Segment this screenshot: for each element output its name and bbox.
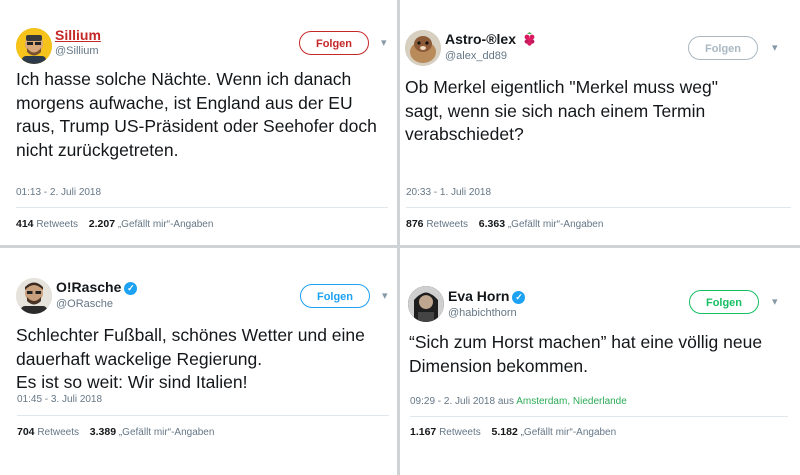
tweet-stats: 414 Retweets 2.207 „Gefällt mir“-Angaben	[16, 218, 213, 230]
tweet-text-line: Es ist so weit: Wir sind Italien!	[16, 372, 248, 392]
author-name[interactable]: Sillium	[55, 27, 101, 43]
tweet-text-line: morgens aufwache, ist England aus der EU	[16, 92, 353, 113]
tweet-text-line: sagt, wenn sie sich nach einem Termin	[405, 100, 706, 121]
tweet-text: Ob Merkel eigentlich "Merkel muss weg" s…	[405, 76, 795, 147]
avatar[interactable]	[16, 28, 52, 64]
tweet-timestamp-text[interactable]: 09:29 - 2. Juli 2018 aus	[410, 396, 514, 407]
avatar[interactable]	[16, 278, 52, 314]
retweet-label[interactable]: Retweets	[426, 219, 468, 230]
tweet-stats: 1.167 Retweets 5.182 „Gefällt mir“-Angab…	[410, 426, 616, 438]
retweet-count[interactable]: 1.167	[410, 426, 436, 438]
like-label[interactable]: „Gefällt mir“-Angaben	[521, 427, 617, 438]
tweet-timestamp[interactable]: 01:13 - 2. Juli 2018	[16, 187, 101, 198]
divider	[16, 207, 388, 208]
follow-button[interactable]: Folgen	[300, 284, 370, 308]
avatar-image	[16, 278, 52, 314]
chevron-down-icon[interactable]: ▾	[382, 289, 388, 302]
author-name-text[interactable]: O!Rasche	[56, 279, 121, 295]
tweet-text-line: raus, Trump US-Präsident oder Seehofer d…	[16, 116, 377, 136]
retweet-count[interactable]: 704	[17, 426, 35, 438]
follow-button[interactable]: Folgen	[689, 290, 759, 314]
like-label[interactable]: „Gefällt mir“-Angaben	[508, 219, 604, 230]
author-name[interactable]: O!Rasche ✓	[56, 279, 138, 295]
tweet-location-link[interactable]: Amsterdam, Niederlande	[516, 396, 627, 407]
avatar[interactable]	[405, 30, 441, 66]
author-name[interactable]: Eva Horn ✓	[448, 288, 526, 304]
retweet-label[interactable]: Retweets	[439, 427, 481, 438]
tweet-text: Ich hasse solche Nächte. Wenn ich danach…	[16, 68, 388, 162]
avatar-image	[408, 286, 444, 322]
chevron-down-icon[interactable]: ▾	[772, 41, 778, 54]
like-label[interactable]: „Gefällt mir“-Angaben	[119, 427, 215, 438]
tweet-card-eva-horn: Eva Horn ✓ @habichthorn Folgen ▾ “Sich zu…	[400, 248, 800, 475]
author-name[interactable]: Astro-®lex	[445, 31, 536, 49]
tweet-timestamp[interactable]: 01:45 - 3. Juli 2018	[17, 394, 102, 405]
tweet-card-orasche: O!Rasche ✓ @ORasche Folgen ▾ Schlechter F…	[0, 248, 397, 475]
author-handle[interactable]: @ORasche	[56, 298, 113, 310]
tweet-timestamp[interactable]: 20:33 - 1. Juli 2018	[406, 187, 491, 198]
chevron-down-icon[interactable]: ▾	[381, 36, 387, 49]
tweet-text-line: Dimension bekommen.	[409, 355, 588, 376]
tweet-text-line: Schlechter Fußball, schönes Wetter und e…	[16, 325, 365, 345]
author-handle[interactable]: @alex_dd89	[445, 50, 507, 62]
avatar-image	[405, 30, 441, 66]
author-name-text[interactable]: Eva Horn	[448, 288, 509, 304]
divider	[17, 415, 389, 416]
author-handle[interactable]: @habichthorn	[448, 307, 517, 319]
author-handle[interactable]: @Sillium	[55, 45, 99, 57]
tweet-stats: 876 Retweets 6.363 „Gefällt mir“-Angaben	[406, 218, 603, 230]
raspberry-emoji-icon	[523, 32, 536, 49]
follow-button[interactable]: Folgen	[688, 36, 758, 60]
chevron-down-icon[interactable]: ▾	[772, 295, 778, 308]
verified-badge-icon: ✓	[512, 291, 526, 304]
tweet-card-astro-lex: Astro-®lex @alex_dd89 Folgen ▾ Ob Merkel…	[400, 0, 800, 245]
tweet-text-line: Ob Merkel eigentlich "Merkel muss weg"	[405, 77, 718, 97]
retweet-label[interactable]: Retweets	[36, 219, 78, 230]
verified-badge-icon: ✓	[124, 282, 138, 295]
tweet-text-line: dauerhaft wackelige Regierung.	[16, 348, 263, 369]
tweet-stats: 704 Retweets 3.389 „Gefällt mir“-Angaben	[17, 426, 214, 438]
avatar[interactable]	[408, 286, 444, 322]
divider	[410, 416, 788, 417]
tweet-text-line: nicht zurückgetreten.	[16, 139, 179, 160]
like-count[interactable]: 6.363	[479, 218, 505, 230]
like-label[interactable]: „Gefällt mir“-Angaben	[118, 219, 214, 230]
like-count[interactable]: 5.182	[492, 426, 518, 438]
tweet-card-sillium: Sillium @Sillium Folgen ▾ Ich hasse solc…	[0, 0, 397, 245]
retweet-count[interactable]: 414	[16, 218, 34, 230]
like-count[interactable]: 2.207	[89, 218, 115, 230]
retweet-label[interactable]: Retweets	[37, 427, 79, 438]
tweet-text-line: “Sich zum Horst machen” hat eine völlig …	[409, 332, 763, 352]
tweet-text: Schlechter Fußball, schönes Wetter und e…	[16, 324, 391, 395]
divider	[406, 207, 791, 208]
avatar-image	[16, 28, 52, 64]
tweet-text: “Sich zum Horst machen” hat eine völlig …	[409, 331, 794, 378]
retweet-count[interactable]: 876	[406, 218, 424, 230]
tweet-text-line: Ich hasse solche Nächte. Wenn ich danach	[16, 69, 352, 89]
follow-button[interactable]: Folgen	[299, 31, 369, 55]
tweet-text-line: verabschiedet?	[405, 124, 524, 144]
like-count[interactable]: 3.389	[90, 426, 116, 438]
tweet-timestamp: 09:29 - 2. Juli 2018 aus Amsterdam, Nied…	[410, 396, 627, 407]
author-name-text[interactable]: Astro-®lex	[445, 31, 516, 47]
